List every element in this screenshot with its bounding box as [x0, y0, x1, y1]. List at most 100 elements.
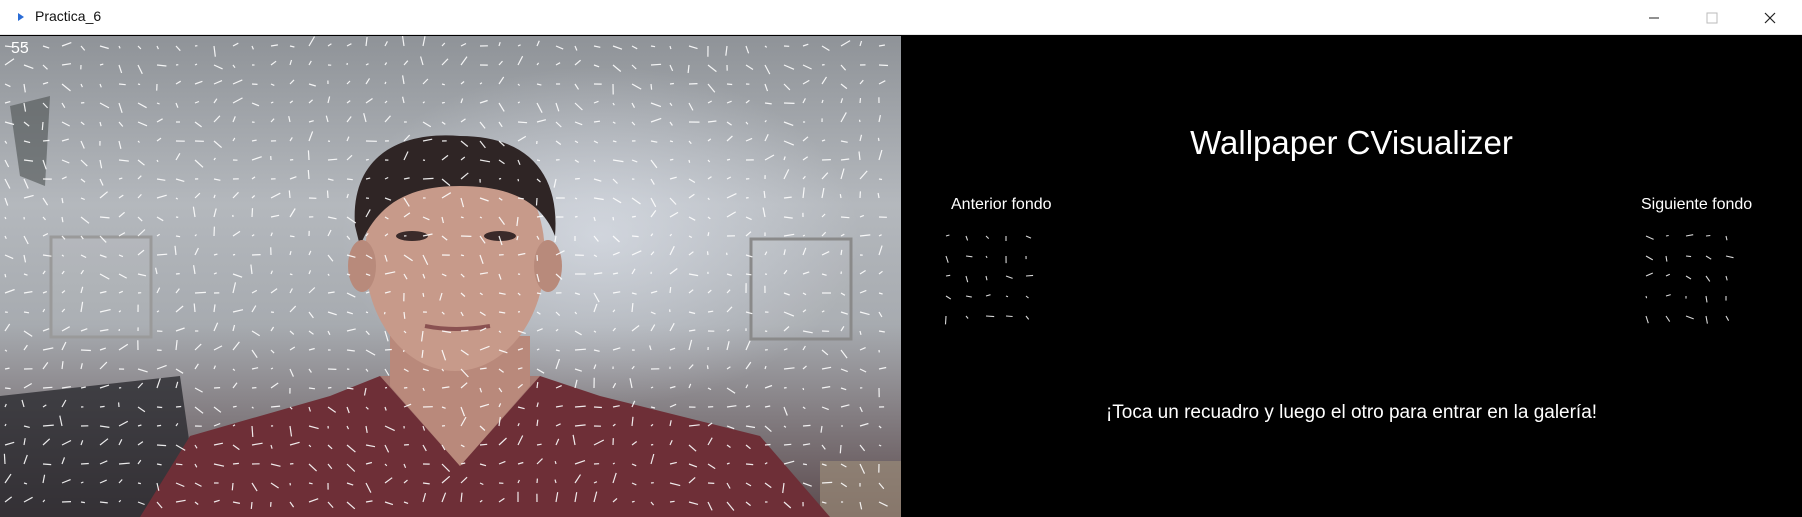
- flow-vector: [802, 234, 806, 237]
- flow-vector: [1025, 235, 1032, 239]
- flow-vector: [688, 178, 696, 184]
- flow-vector: [555, 349, 560, 352]
- flow-vector: [555, 328, 559, 332]
- flow-vector: [669, 176, 677, 180]
- flow-vector: [251, 289, 258, 294]
- flow-vector: [61, 341, 67, 351]
- prev-target-box[interactable]: [49, 235, 153, 339]
- minimize-button[interactable]: [1625, 0, 1683, 35]
- flow-vector: [232, 368, 236, 372]
- flow-vector: [213, 345, 223, 351]
- flow-vector: [517, 44, 521, 47]
- flow-vector: [441, 42, 446, 47]
- flow-vector: [669, 268, 678, 275]
- flow-vector: [61, 83, 71, 92]
- maximize-button[interactable]: [1683, 0, 1741, 35]
- flow-vector: [802, 156, 809, 161]
- flow-vector: [536, 119, 547, 123]
- flow-vector: [593, 64, 600, 68]
- flow-vector: [420, 56, 424, 66]
- flow-vector: [460, 254, 465, 257]
- flow-vector: [232, 382, 238, 389]
- flow-vector: [327, 96, 331, 104]
- flow-vector: [156, 194, 167, 199]
- flow-vector: [327, 330, 331, 336]
- flow-vector: [213, 98, 218, 104]
- flow-vector: [308, 330, 314, 335]
- flow-vector: [270, 118, 275, 123]
- flow-vector: [365, 63, 369, 66]
- flow-vector: [593, 406, 602, 409]
- flow-vector: [1025, 295, 1029, 299]
- flow-vector: [308, 99, 313, 104]
- flow-vector: [346, 235, 351, 240]
- flow-vector: [859, 406, 863, 413]
- flow-vector: [802, 345, 806, 351]
- flow-vector: [327, 158, 338, 161]
- flow-vector: [327, 311, 337, 316]
- flow-vector: [232, 137, 236, 142]
- flow-vector: [859, 214, 865, 218]
- flow-vector: [764, 425, 772, 433]
- flow-vector: [213, 253, 218, 256]
- flow-vector: [1645, 315, 1649, 324]
- flow-vector: [593, 330, 597, 333]
- flow-vector: [631, 159, 638, 163]
- flow-vector: [762, 207, 766, 218]
- flow-vector: [574, 368, 582, 372]
- flow-vector: [669, 403, 677, 408]
- flow-vector: [783, 121, 794, 126]
- flow-vector: [650, 311, 656, 315]
- flow-vector: [707, 387, 712, 391]
- flow-vector: [308, 131, 314, 142]
- flow-vector: [821, 99, 824, 104]
- flow-vector: [878, 270, 883, 275]
- flow-vector: [251, 406, 254, 409]
- flow-vector: [555, 358, 561, 370]
- webcam-image: [0, 36, 901, 517]
- flow-vector: [251, 425, 254, 437]
- flow-vector: [1725, 255, 1734, 259]
- flow-vector: [346, 80, 351, 85]
- flow-vector: [612, 272, 619, 275]
- flow-vector: [23, 83, 26, 93]
- flow-vector: [308, 287, 316, 294]
- close-button[interactable]: [1741, 0, 1799, 35]
- flow-vector: [859, 170, 868, 180]
- flow-vector: [1005, 275, 1013, 279]
- flow-vector: [346, 216, 357, 224]
- flow-vector: [232, 79, 243, 85]
- flow-vector: [650, 83, 653, 90]
- flow-vector: [232, 324, 236, 332]
- flow-vector: [99, 347, 106, 351]
- flow-vector: [840, 98, 844, 104]
- minimize-icon: [1649, 17, 1659, 18]
- flow-vector: [327, 229, 332, 237]
- flow-vector: [194, 63, 198, 66]
- flow-vector: [612, 178, 618, 184]
- flow-vector: [1025, 315, 1030, 320]
- flow-vector: [99, 83, 102, 88]
- prev-wallpaper-preview[interactable]: [941, 231, 1041, 331]
- flow-vector: [80, 349, 91, 352]
- flow-vector: [802, 79, 810, 85]
- flow-vector: [536, 292, 542, 295]
- flow-vector: [175, 405, 182, 408]
- flow-vector: [669, 287, 672, 294]
- flow-vector: [878, 80, 886, 85]
- flow-vector: [251, 102, 260, 107]
- flow-vector: [593, 100, 599, 104]
- flow-vector: [688, 159, 691, 163]
- flow-vector: [498, 60, 503, 66]
- next-wallpaper-preview[interactable]: [1641, 231, 1741, 331]
- flow-vector: [840, 216, 850, 219]
- flow-vector: [118, 102, 123, 113]
- flow-vector: [4, 254, 14, 260]
- flow-vector: [555, 140, 562, 145]
- flow-vector: [23, 291, 33, 294]
- flow-vector: [346, 43, 352, 47]
- flow-vector: [878, 330, 885, 333]
- flow-vector: [232, 116, 236, 123]
- flow-vector: [326, 190, 329, 199]
- flow-vector: [840, 158, 850, 161]
